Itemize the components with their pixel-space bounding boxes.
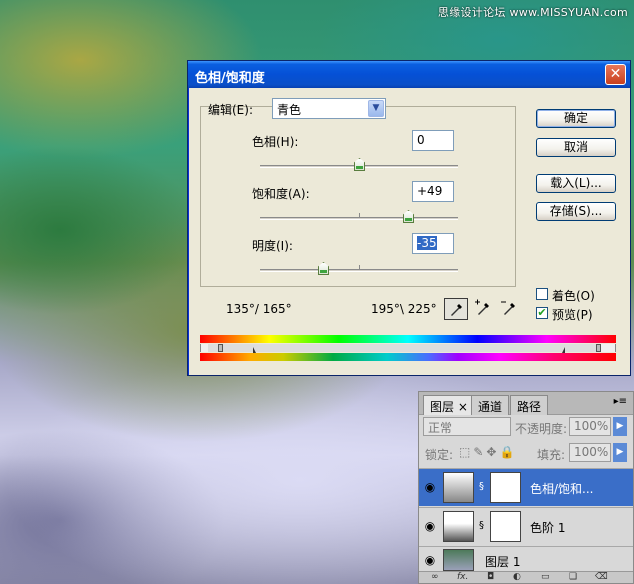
lightness-value: -35 <box>417 236 437 250</box>
edit-dropdown[interactable]: 青色 ▼ <box>272 98 386 119</box>
eye-icon[interactable]: ◉ <box>423 480 437 494</box>
output-color-bar <box>200 353 616 361</box>
input-color-bar <box>200 335 616 343</box>
lock-label: 锁定: <box>425 448 454 462</box>
mask-thumbnail <box>490 511 521 542</box>
opacity-label: 不透明度: <box>515 422 568 436</box>
tab-channels[interactable]: 通道 <box>471 395 510 415</box>
eyedropper-plus-icon <box>475 299 489 315</box>
levels-thumbnail <box>443 511 474 542</box>
opacity-value: 100% <box>574 419 609 433</box>
lightness-input[interactable]: -35 <box>412 233 454 254</box>
adjustment-icon[interactable]: ◐ <box>513 572 521 582</box>
colorize-label[interactable]: 着色(O) <box>552 287 595 304</box>
edit-dropdown-value: 青色 <box>277 103 302 117</box>
blend-row: 正常 不透明度: 100% ▶ <box>419 417 633 441</box>
layer-row-layer1[interactable]: ◉ 图层 1 <box>419 546 633 572</box>
fill-arrow-icon[interactable]: ▶ <box>613 443 627 462</box>
preview-checkbox[interactable]: ✔ <box>536 307 548 319</box>
saturation-center-tick <box>359 213 360 217</box>
tab-layers[interactable]: 图层 × <box>423 395 475 415</box>
eye-icon[interactable]: ◉ <box>423 553 437 567</box>
ok-button[interactable]: 确定 <box>536 109 616 128</box>
opacity-arrow-icon[interactable]: ▶ <box>613 417 627 436</box>
chevron-down-icon[interactable]: ▼ <box>368 100 384 117</box>
eyedropper-button[interactable] <box>444 298 468 320</box>
panel-menu-icon[interactable]: ▸≡ <box>614 396 627 407</box>
saturation-value: +49 <box>417 184 443 198</box>
blend-mode-select[interactable]: 正常 <box>423 417 511 436</box>
new-layer-icon[interactable]: ❑ <box>569 572 577 582</box>
eyedropper-add-button[interactable] <box>472 298 496 320</box>
close-icon: ✕ <box>609 66 622 82</box>
mask-icon[interactable]: ◘ <box>487 572 494 582</box>
dialog-title: 色相/饱和度 <box>195 71 265 86</box>
edit-label: 编辑(E): <box>208 103 253 117</box>
range-slider-left[interactable] <box>252 344 257 355</box>
opacity-input[interactable]: 100% <box>569 417 611 436</box>
dialog-titlebar[interactable]: 色相/饱和度 ✕ <box>188 61 630 88</box>
layer-name: 图层 1 <box>485 555 521 569</box>
fill-label: 填充: <box>537 448 566 462</box>
eyedropper-subtract-button[interactable] <box>498 298 522 320</box>
layers-panel: 图层 × 通道 路径 ▸≡ 正常 不透明度: 100% ▶ 锁定: ⬚✎✥🔒 填… <box>418 391 634 584</box>
range-slider-right[interactable] <box>560 344 565 355</box>
layer-name: 色阶 1 <box>530 521 566 535</box>
folder-icon[interactable]: ▭ <box>541 572 550 582</box>
layer1-thumbnail <box>443 549 474 571</box>
blend-mode-value: 正常 <box>428 421 453 435</box>
range-left-readout: 135°/ 165° <box>226 302 292 316</box>
layer-row-levels[interactable]: ◉ § 色阶 1 <box>419 507 633 545</box>
lock-icons[interactable]: ⬚✎✥🔒 <box>459 445 517 459</box>
adjustment-group <box>200 106 516 287</box>
range-right-readout: 195°\ 225° <box>371 302 437 316</box>
colorize-checkbox[interactable] <box>536 288 548 300</box>
hue-input[interactable]: 0 <box>412 130 454 151</box>
cancel-button[interactable]: 取消 <box>536 138 616 157</box>
tab-close-icon[interactable]: × <box>458 400 468 414</box>
saturation-label: 饱和度(A): <box>252 187 310 201</box>
preview-label[interactable]: 预览(P) <box>552 306 593 323</box>
link-icon[interactable]: ∞ <box>431 572 439 582</box>
hue-label: 色相(H): <box>252 135 299 149</box>
range-selection <box>208 344 600 352</box>
load-button[interactable]: 载入(L)... <box>536 174 616 193</box>
fx-icon[interactable]: fx. <box>457 572 468 582</box>
layers-panel-tabs: 图层 × 通道 路径 ▸≡ <box>419 392 633 415</box>
range-handle-left[interactable] <box>218 344 223 352</box>
range-handle-right[interactable] <box>596 344 601 352</box>
watermark: 思缘设计论坛 www.MISSYUAN.com <box>437 6 628 19</box>
hue-saturation-dialog: 色相/饱和度 ✕ 编辑(E): 青色 ▼ 色相(H): 0 饱和度(A): +4… <box>187 60 631 376</box>
mask-thumbnail <box>490 472 521 503</box>
trash-icon[interactable]: ⌫ <box>595 572 608 582</box>
lightness-label: 明度(I): <box>252 239 293 253</box>
layer-name: 色相/饱和... <box>530 482 594 496</box>
hue-value: 0 <box>417 133 425 147</box>
lock-row: 锁定: ⬚✎✥🔒 填充: 100% ▶ <box>419 443 633 467</box>
fill-value: 100% <box>574 445 609 459</box>
save-button[interactable]: 存储(S)... <box>536 202 616 221</box>
eyedropper-icon <box>451 304 462 316</box>
layer-row-hue-saturation[interactable]: ◉ § 色相/饱和... <box>419 468 633 506</box>
adjustment-thumbnail <box>443 472 474 503</box>
eyedropper-minus-icon <box>501 301 515 315</box>
chain-icon: § <box>479 481 484 492</box>
layers-footer: ∞ fx. ◘ ◐ ▭ ❑ ⌫ <box>419 571 633 583</box>
fill-input[interactable]: 100% <box>569 443 611 462</box>
eye-icon[interactable]: ◉ <box>423 519 437 533</box>
chain-icon: § <box>479 520 484 531</box>
lightness-slider-track[interactable] <box>260 269 458 272</box>
close-button[interactable]: ✕ <box>605 64 626 85</box>
lightness-center-tick <box>359 265 360 269</box>
tab-layers-label: 图层 <box>430 400 455 414</box>
tab-paths[interactable]: 路径 <box>510 395 549 415</box>
saturation-input[interactable]: +49 <box>412 181 454 202</box>
saturation-slider-track[interactable] <box>260 217 458 220</box>
